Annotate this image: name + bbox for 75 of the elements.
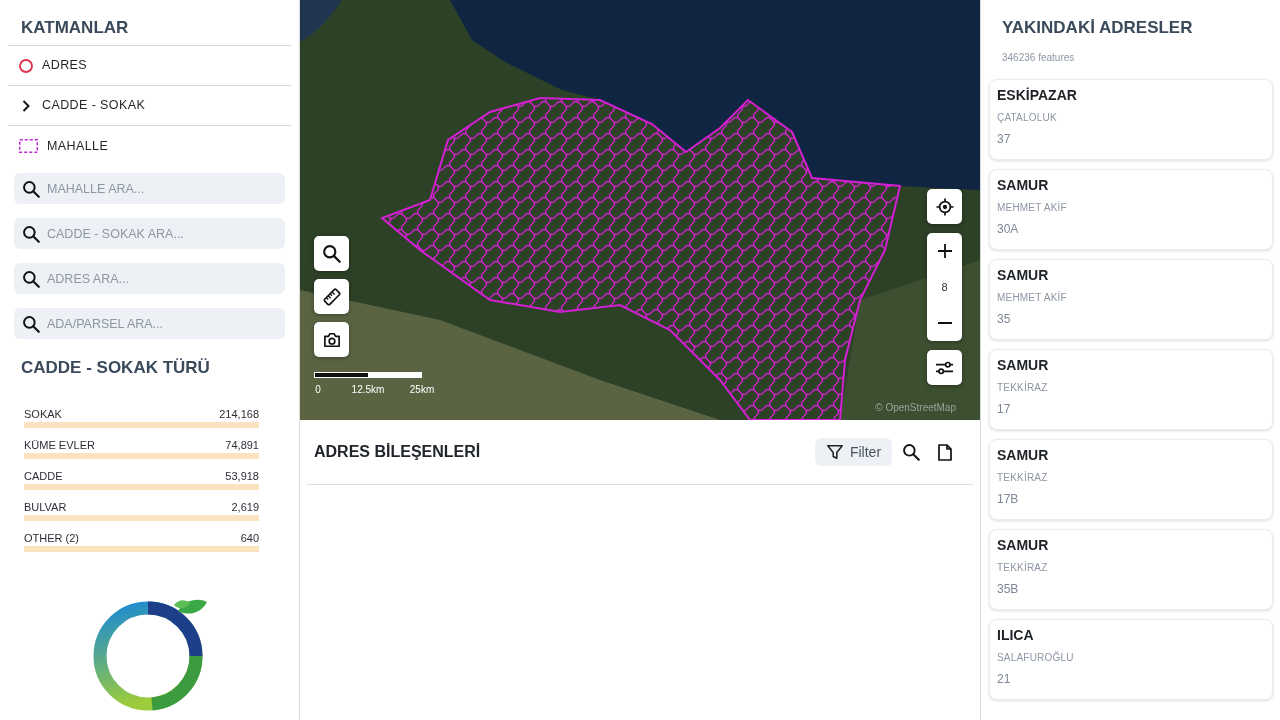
scale-label: 25km <box>409 384 435 396</box>
stat-label: BULVAR <box>24 500 67 514</box>
door-number: 35B <box>997 582 1020 596</box>
address-card[interactable]: SAMUR TEKKİRAZ 17 <box>989 349 1273 430</box>
search-icon <box>902 443 920 461</box>
address-name: SAMUR <box>997 446 1050 464</box>
search-field[interactable]: ADRES ARA... <box>14 263 285 294</box>
map-settings-button[interactable] <box>927 350 962 385</box>
stat-value: 53,918 <box>225 469 259 483</box>
locate-button[interactable] <box>927 189 962 224</box>
layer-item[interactable]: ADRES <box>8 46 291 86</box>
file-icon <box>938 443 952 461</box>
stat-value: 74,891 <box>225 438 259 452</box>
ruler-icon <box>322 287 341 306</box>
stat-label: CADDE <box>24 469 63 483</box>
section-title: ADRES BİLEŞENLERİ <box>314 442 482 462</box>
scale-label: 0 <box>315 384 321 396</box>
search-icon <box>322 244 341 263</box>
door-number: 35 <box>997 312 1012 326</box>
search-icon <box>22 269 40 288</box>
street-name: TEKKİRAZ <box>997 382 1049 394</box>
street-name: MEHMET AKİF <box>997 292 1068 304</box>
stat-label: SOKAK <box>24 407 62 421</box>
address-card[interactable]: SAMUR TEKKİRAZ 17B <box>989 439 1273 520</box>
door-number: 30A <box>997 222 1020 236</box>
door-number: 17B <box>997 492 1020 506</box>
search-field[interactable]: ADA/PARSEL ARA... <box>14 308 285 339</box>
address-name: SAMUR <box>997 176 1050 194</box>
street-name: SALAFUROĞLU <box>997 652 1075 664</box>
door-number: 21 <box>997 672 1012 686</box>
door-number: 37 <box>997 132 1012 146</box>
stat-label: OTHER (2) <box>24 531 79 545</box>
address-card[interactable]: SAMUR TEKKİRAZ 35B <box>989 529 1273 610</box>
stat-value: 214,168 <box>219 407 259 421</box>
street-name: TEKKİRAZ <box>997 472 1049 484</box>
measure-button[interactable] <box>314 279 349 314</box>
search-button[interactable] <box>314 236 349 271</box>
stat-label: KÜME EVLER <box>24 438 95 452</box>
address-card[interactable]: ESKİPAZAR ÇATALOLUK 37 <box>989 79 1273 160</box>
layer-item[interactable]: MAHALLE <box>8 126 291 166</box>
screenshot-button[interactable] <box>314 322 349 357</box>
minus-icon <box>937 322 952 324</box>
address-card[interactable]: ILICA SALAFUROĞLU 21 <box>989 619 1273 700</box>
street-name: TEKKİRAZ <box>997 562 1049 574</box>
section-title: CADDE - SOKAK TÜRÜ <box>20 358 211 378</box>
sliders-icon <box>935 359 954 376</box>
stat-value: 640 <box>240 531 259 545</box>
search-icon <box>22 314 40 333</box>
plus-icon <box>937 244 952 258</box>
address-name: SAMUR <box>997 356 1050 374</box>
address-name: SAMUR <box>997 266 1050 284</box>
layer-item[interactable]: CADDE - SOKAK <box>8 86 291 126</box>
funnel-icon <box>825 443 844 461</box>
scale-label: 12.5km <box>351 384 385 396</box>
address-name: ILICA <box>997 626 1035 644</box>
crosshair-icon <box>935 197 954 216</box>
search-field[interactable]: MAHALLE ARA... <box>14 173 285 204</box>
address-card[interactable]: SAMUR MEHMET AKİF 30A <box>989 169 1273 250</box>
stat-value: 2,619 <box>231 500 259 514</box>
attribution-text: © OpenStreetMap <box>875 402 956 414</box>
filter-button[interactable]: Filter <box>815 438 892 466</box>
camera-icon <box>322 331 341 348</box>
search-field[interactable]: CADDE - SOKAK ARA... <box>14 218 285 249</box>
search-icon <box>22 224 40 243</box>
address-name: ESKİPAZAR <box>997 86 1078 104</box>
address-card[interactable]: SAMUR MEHMET AKİF 35 <box>989 259 1273 340</box>
zoom-level: 8 <box>941 280 948 295</box>
feature-count: 346236 features <box>1001 52 1076 64</box>
street-name: ÇATALOLUK <box>997 112 1058 124</box>
panel-title: KATMANLAR <box>8 18 291 46</box>
search-icon <box>22 179 40 198</box>
street-name: MEHMET AKİF <box>997 202 1068 214</box>
address-name: SAMUR <box>997 536 1050 554</box>
door-number: 17 <box>997 402 1012 416</box>
panel-title: YAKINDAKİ ADRESLER <box>1001 18 1194 38</box>
